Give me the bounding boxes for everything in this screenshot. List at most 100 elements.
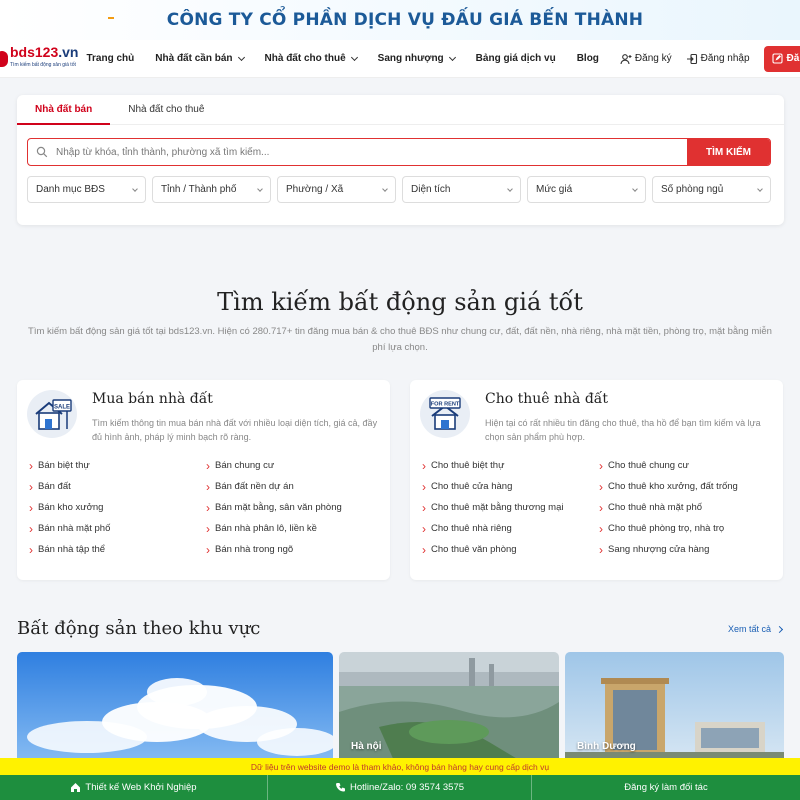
area-label: Hà nội [351,741,382,752]
hanoi-image [339,652,559,772]
footer-hotline-link[interactable]: Hotline/Zalo: 09 3574 3575 [268,775,532,800]
search-icon [36,146,48,158]
nav-item-transfer[interactable]: Sang nhượng [377,53,456,64]
nav-label: Nhà đất cho thuê [264,53,346,64]
list-item[interactable]: Bán chung cư [206,460,383,471]
nav-label: Nhà đất cần bán [155,53,233,64]
footer-hotline-label: Hotline/Zalo: 09 3574 3575 [349,782,465,793]
filter-label: Số phòng ngủ [661,184,724,195]
footer-web-link[interactable]: Thiết kế Web Khởi Nghiệp [0,775,268,800]
logo-main: bds123 [10,43,59,60]
list-item[interactable]: Bán đất nền dự án [206,481,383,492]
nav-item-rent[interactable]: Nhà đất cho thuê [264,53,358,64]
search-row: TÌM KIẾM [27,138,771,166]
chevron-down-icon [632,185,638,192]
chevron-down-icon [448,53,456,61]
nav-item-home[interactable]: Trang chủ [86,53,134,64]
edit-icon [771,53,783,64]
filter-ward[interactable]: Phường / Xã [277,176,396,203]
chevron-down-icon [757,185,763,192]
filter-label: Mức giá [536,184,573,195]
list-item[interactable]: Cho thuê nhà riêng [422,523,599,534]
nav-label: Blog [576,53,599,64]
nav-item-pricing[interactable]: Bảng giá dịch vụ [476,53,556,64]
area-card-hanoi[interactable]: Hà nội [339,652,559,772]
filter-label: Tỉnh / Thành phố [161,184,237,195]
filter-bedrooms[interactable]: Số phòng ngủ [652,176,771,203]
list-item[interactable]: Bán mặt bằng, sân văn phòng [206,502,383,513]
area-card-hcm[interactable] [17,652,333,772]
list-item[interactable]: Bán kho xưởng [29,502,206,513]
rent-links: Cho thuê biệt thự Cho thuê chung cư Cho … [422,460,772,555]
binhduong-image [565,652,784,772]
login-icon [686,53,697,64]
filter-province[interactable]: Tỉnh / Thành phố [152,176,271,203]
list-item[interactable]: Cho thuê cửa hàng [422,481,599,492]
chevron-down-icon [257,185,263,192]
site-logo[interactable]: bds123.vn Tìm kiếm bất động sản giá tốt [0,43,78,72]
search-panel: Nhà đất bán Nhà đất cho thuê TÌM KIẾM Da… [17,95,784,225]
see-all-label: Xem tất cả [727,624,771,634]
hero-title: Tìm kiếm bất động sản giá tốt [217,288,583,316]
nav-menu: Trang chủ Nhà đất cần bán Nhà đất cho th… [86,53,619,64]
sale-card-desc: Tìm kiếm thông tin mua bán nhà đất với n… [92,418,378,442]
chevron-down-icon [507,185,513,192]
area-label: Bình Dương [577,741,636,752]
nav-label: Sang nhượng [377,53,444,64]
login-label: Đăng nhập [700,53,750,64]
list-item[interactable]: Cho thuê văn phòng [422,544,599,555]
hero-description: Tìm kiếm bất động sản giá tốt tại bds123… [28,326,772,353]
area-card-binhduong[interactable]: Bình Dương [565,652,784,772]
list-item[interactable]: Cho thuê chung cư [599,460,776,471]
search-button[interactable]: TÌM KIẾM [687,139,770,165]
filter-category[interactable]: Danh mục BĐS [27,176,146,203]
rent-card-title: Cho thuê nhà đất [485,391,608,407]
see-all-link[interactable]: Xem tất cả [727,624,784,634]
tab-sale[interactable]: Nhà đất bán [17,95,111,125]
list-item[interactable]: Cho thuê biệt thự [422,460,599,471]
list-item[interactable]: Sang nhượng cửa hàng [599,544,776,555]
nav-label: Trang chủ [86,53,135,64]
chevron-down-icon [382,185,388,192]
list-item[interactable]: Cho thuê nhà mặt phố [599,502,776,513]
chevron-right-icon [775,625,784,633]
rent-sign-text: FOR RENT [431,402,460,408]
areas-title: Bất động sản theo khu vực [17,618,261,639]
register-label: Đăng ký [634,53,672,64]
rent-house-icon: FOR RENT [420,390,470,438]
search-tabs: Nhà đất bán Nhà đất cho thuê [17,95,784,125]
post-listing-button[interactable]: Đăng tin [763,45,800,72]
sale-card: SALE Mua bán nhà đất Tìm kiếm thông tin … [17,380,390,580]
list-item[interactable]: Cho thuê kho xưởng, đất trống [599,481,776,492]
phone-icon [335,783,345,792]
list-item[interactable]: Bán đất [29,481,206,492]
filter-price[interactable]: Mức giá [527,176,646,203]
nav-item-blog[interactable]: Blog [577,53,599,64]
list-item[interactable]: Bán nhà phân lô, liền kề [206,523,383,534]
list-item[interactable]: Bán nhà tập thể [29,544,206,555]
list-item[interactable]: Bán nhà mặt phố [29,523,206,534]
list-item[interactable]: Bán biệt thự [29,460,206,471]
list-item[interactable]: Cho thuê phòng trọ, nhà trọ [599,523,776,534]
login-link[interactable]: Đăng nhập [686,53,750,65]
filter-label: Diện tích [411,184,451,195]
register-link[interactable]: Đăng ký [620,53,672,65]
footer-web-label: Thiết kế Web Khởi Nghiệp [85,782,197,793]
footer-partner-link[interactable]: Đăng ký làm đối tác [532,775,800,800]
chevron-down-icon [350,53,358,61]
filter-area[interactable]: Diện tích [402,176,521,203]
auth-area: Đăng ký Đăng nhập Đăng tin [620,45,800,72]
top-banner: CÔNG TY CỔ PHẦN DỊCH VỤ ĐẤU GIÁ BẾN THÀN… [0,0,800,40]
search-input[interactable] [48,139,687,165]
list-item[interactable]: Cho thuê mặt bằng thương mại [422,502,599,513]
logo-tagline: Tìm kiếm bất động sản giá tốt [10,61,76,68]
filter-label: Danh mục BĐS [36,184,105,195]
nav-item-sale[interactable]: Nhà đất cần bán [155,53,245,64]
tab-rent[interactable]: Nhà đất cho thuê [110,95,222,124]
sale-house-icon: SALE [27,390,77,438]
footer-bar: Thiết kế Web Khởi Nghiệp Hotline/Zalo: 0… [0,775,800,800]
rent-card-desc: Hiện tại có rất nhiều tin đăng cho thuê,… [485,418,761,442]
sale-card-title: Mua bán nhà đất [92,391,213,407]
home-icon [71,783,81,792]
list-item[interactable]: Bán nhà trong ngõ [206,544,383,555]
